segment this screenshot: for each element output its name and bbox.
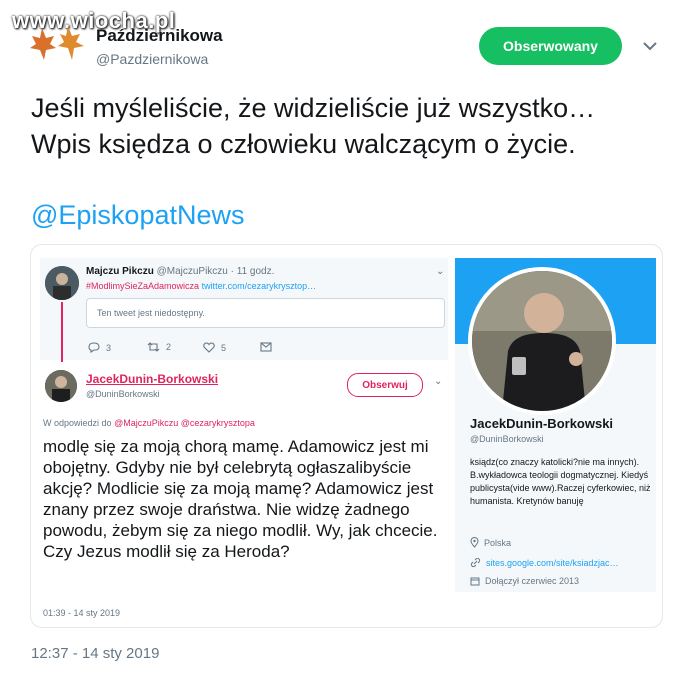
like-count: 5 (221, 342, 227, 353)
tweet-text: Jeśli myśleliście, że widzieliście już w… (31, 90, 671, 162)
reply-tweet-text: modlę się za moją chorą mamę. Adamowicz … (43, 437, 438, 561)
profile-bio: ksiądz(co znaczy katolicki?nie ma innych… (470, 457, 651, 506)
mention-link[interactable]: @EpiskopatNews (31, 200, 245, 231)
profile-joined: Dołączył czerwiec 2013 (470, 576, 579, 586)
profile-handle[interactable]: @DuninBorkowski (470, 434, 544, 444)
reply-icon (88, 342, 100, 353)
profile-name[interactable]: JacekDunin-Borkowski (470, 416, 613, 431)
like-action[interactable]: 5 (203, 342, 226, 353)
maple-leaf-avatar (30, 26, 84, 60)
quoted-author[interactable]: Majczu Pikczu @MajczuPikczu · 11 godz. (86, 266, 274, 277)
profile-avatar[interactable] (468, 267, 616, 415)
heart-icon (203, 342, 215, 353)
tweet-text-line-1: Jeśli myśleliście, że widzieliście już w… (31, 93, 596, 123)
retweet-action[interactable]: 2 (147, 342, 171, 352)
chevron-down-icon[interactable]: ⌄ (434, 376, 442, 387)
unavailable-tweet-box: Ten tweet jest niedostępny. (86, 298, 445, 328)
follow-button[interactable]: Obserwuj (347, 373, 423, 397)
tweet-text-line-2: Wpis księdza o człowieku walczącym o życ… (31, 129, 576, 159)
reply-to-line: W odpowiedzi do @MajczuPikczu @cezarykry… (43, 418, 255, 428)
avatar (45, 266, 79, 300)
chevron-down-icon[interactable] (640, 36, 660, 56)
retweet-icon (147, 342, 160, 352)
author-name[interactable]: Październikowa (96, 26, 223, 46)
calendar-icon (470, 577, 480, 586)
link-icon (470, 557, 481, 568)
chevron-down-icon[interactable]: ⌄ (436, 266, 444, 277)
message-action[interactable] (260, 342, 272, 352)
reply-action[interactable]: 3 (88, 342, 111, 353)
profile-website[interactable]: sites.google.com/site/ksiadzjac… (470, 557, 619, 568)
reply-timestamp[interactable]: 01:39 - 14 sty 2019 (43, 608, 120, 618)
reply-author-name[interactable]: JacekDunin-Borkowski (86, 372, 218, 386)
mail-icon (260, 342, 272, 352)
following-button[interactable]: Obserwowany (479, 27, 622, 65)
profile-location: Polska (470, 537, 511, 548)
quoted-tweet-text: #ModlimySieZaAdamowicza twitter.com/ceza… (86, 281, 317, 291)
author-handle[interactable]: @Pazdziernikowa (96, 51, 208, 67)
reply-count: 3 (106, 342, 112, 353)
retweet-count: 2 (166, 342, 172, 352)
reply-author-handle[interactable]: @DuninBorkowski (86, 389, 160, 399)
avatar (45, 370, 77, 402)
tweet-timestamp[interactable]: 12:37 - 14 sty 2019 (31, 645, 159, 662)
thread-line (61, 302, 63, 362)
location-pin-icon (470, 537, 479, 548)
